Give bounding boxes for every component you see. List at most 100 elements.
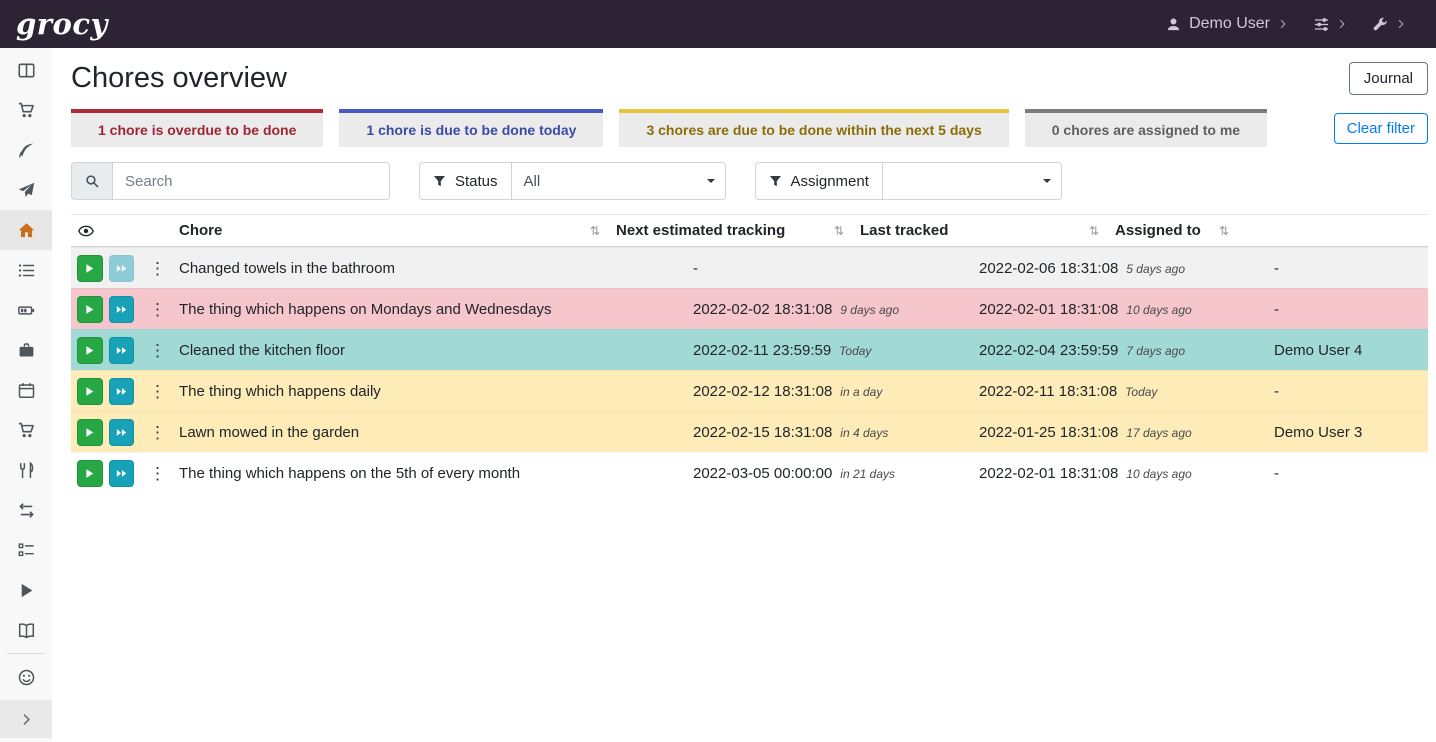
sidebar-item-recipes[interactable]	[0, 130, 52, 170]
next-tracking-cell: 2022-02-12 18:31:08 in a day	[685, 383, 971, 400]
row-menu-button[interactable]: ⋮	[149, 424, 163, 441]
row-menu-button[interactable]: ⋮	[149, 383, 163, 400]
chore-name: The thing which happens on the 5th of ev…	[171, 465, 685, 482]
journal-button[interactable]: Journal	[1349, 62, 1428, 95]
track-chore-button[interactable]	[77, 419, 103, 446]
filter-card-due-soon[interactable]: 3 chores are due to be done within the n…	[619, 109, 1008, 147]
sidebar-item-chore-tracking[interactable]	[0, 570, 52, 610]
paper-plane-icon	[18, 182, 35, 199]
row-menu-button[interactable]: ⋮	[149, 342, 163, 359]
sidebar-item-calendar[interactable]	[0, 370, 52, 410]
skip-chore-button[interactable]	[109, 419, 135, 446]
sidebar-item-meal-plan[interactable]	[0, 170, 52, 210]
assigned-to-cell: Demo User 4	[1262, 342, 1428, 359]
admin-menu[interactable]	[1373, 17, 1406, 32]
utensils-icon	[18, 462, 35, 479]
sort-icon: ⇅	[1219, 224, 1229, 238]
track-chore-button[interactable]	[77, 296, 103, 323]
sort-icon: ⇅	[590, 224, 600, 238]
last-tracked-relative: Today	[1125, 385, 1157, 399]
fast-forward-icon	[116, 468, 127, 479]
sidebar-item-equipment[interactable]	[0, 330, 52, 370]
chevron-right-icon	[20, 713, 33, 726]
search-input[interactable]	[112, 162, 390, 200]
sidebar-item-stock-overview[interactable]	[0, 50, 52, 90]
last-tracked-time: 2022-02-06 18:31:08	[979, 260, 1118, 277]
skip-chore-button[interactable]	[109, 378, 135, 405]
status-filter-text: Status	[455, 173, 498, 190]
sidebar-expand-toggle[interactable]	[0, 700, 52, 738]
track-chore-button[interactable]	[77, 255, 103, 282]
row-menu-button[interactable]: ⋮	[149, 301, 163, 318]
sidebar-item-user-entities[interactable]	[0, 657, 52, 697]
last-tracked-cell: 2022-02-11 18:31:08 Today	[971, 383, 1262, 400]
status-select[interactable]: All	[511, 162, 726, 200]
row-menu-button[interactable]: ⋮	[149, 260, 163, 277]
column-header-next-tracking[interactable]: Next estimated tracking ⇅	[608, 215, 852, 246]
play-icon	[84, 468, 95, 479]
exchange-icon	[18, 502, 35, 519]
chore-name: Cleaned the kitchen floor	[171, 342, 685, 359]
funnel-icon	[433, 175, 446, 188]
next-tracking-time: 2022-02-15 18:31:08	[693, 424, 832, 441]
chore-name: The thing which happens on Mondays and W…	[171, 301, 685, 318]
column-header-chore[interactable]: Chore ⇅	[171, 215, 608, 246]
user-menu[interactable]: Demo User	[1166, 15, 1288, 33]
fast-forward-icon	[116, 345, 127, 356]
table-row: ⋮ The thing which happens on Mondays and…	[71, 288, 1428, 329]
filter-card-overdue[interactable]: 1 chore is overdue to be done	[71, 109, 323, 147]
calendar-icon	[18, 382, 35, 399]
column-header-assigned-to[interactable]: Assigned to ⇅	[1107, 215, 1237, 246]
chore-name: Lawn mowed in the garden	[171, 424, 685, 441]
filter-card-assigned-me[interactable]: 0 chores are assigned to me	[1025, 109, 1267, 147]
settings-menu[interactable]	[1314, 17, 1347, 32]
column-header-label: Chore	[179, 222, 222, 239]
column-visibility-button[interactable]	[71, 215, 171, 246]
list-icon	[18, 262, 35, 279]
sort-icon: ⇅	[834, 224, 844, 238]
row-actions: ⋮	[71, 419, 171, 446]
user-menu-label: Demo User	[1189, 15, 1270, 33]
skip-chore-button[interactable]	[109, 460, 135, 487]
next-tracking-time: 2022-02-12 18:31:08	[693, 383, 832, 400]
row-menu-button[interactable]: ⋮	[149, 465, 163, 482]
sidebar-item-transfer[interactable]	[0, 490, 52, 530]
search-group	[71, 162, 390, 200]
play-icon	[84, 386, 95, 397]
status-filter-row: 1 chore is overdue to be done 1 chore is…	[71, 109, 1428, 147]
home-icon	[18, 222, 35, 239]
sidebar-item-purchase[interactable]	[0, 410, 52, 450]
filter-card-due-today[interactable]: 1 chore is due to be done today	[339, 109, 603, 147]
sidebar-item-chores-overview[interactable]	[0, 210, 52, 250]
column-header-label: Last tracked	[860, 222, 948, 239]
track-chore-button[interactable]	[77, 337, 103, 364]
fast-forward-icon	[116, 427, 127, 438]
sidebar-item-battery-tracking[interactable]	[0, 610, 52, 650]
shopping-cart-icon	[18, 422, 35, 439]
column-header-label: Assigned to	[1115, 222, 1201, 239]
track-chore-button[interactable]	[77, 378, 103, 405]
sort-icon: ⇅	[1089, 224, 1099, 238]
fast-forward-icon	[116, 263, 127, 274]
sliders-icon	[1314, 17, 1329, 32]
last-tracked-cell: 2022-02-01 18:31:08 10 days ago	[971, 301, 1262, 318]
clear-filter-button[interactable]: Clear filter	[1334, 113, 1428, 144]
sidebar-item-batteries-overview[interactable]	[0, 290, 52, 330]
play-icon	[84, 263, 95, 274]
assignment-select[interactable]	[882, 162, 1062, 200]
next-tracking-relative: Today	[839, 344, 871, 358]
track-chore-button[interactable]	[77, 460, 103, 487]
column-header-last-tracked[interactable]: Last tracked ⇅	[852, 215, 1107, 246]
sidebar-item-tasks[interactable]	[0, 250, 52, 290]
app-logo[interactable]: grocy	[16, 0, 108, 48]
assigned-to-cell: -	[1262, 465, 1428, 482]
column-header-spacer	[1237, 215, 1428, 246]
sidebar-item-inventory[interactable]	[0, 530, 52, 570]
next-tracking-cell: 2022-02-02 18:31:08 9 days ago	[685, 301, 971, 318]
play-icon	[18, 582, 35, 599]
row-actions: ⋮	[71, 337, 171, 364]
sidebar-item-consume[interactable]	[0, 450, 52, 490]
skip-chore-button[interactable]	[109, 337, 135, 364]
skip-chore-button[interactable]	[109, 296, 135, 323]
sidebar-item-shopping-list[interactable]	[0, 90, 52, 130]
